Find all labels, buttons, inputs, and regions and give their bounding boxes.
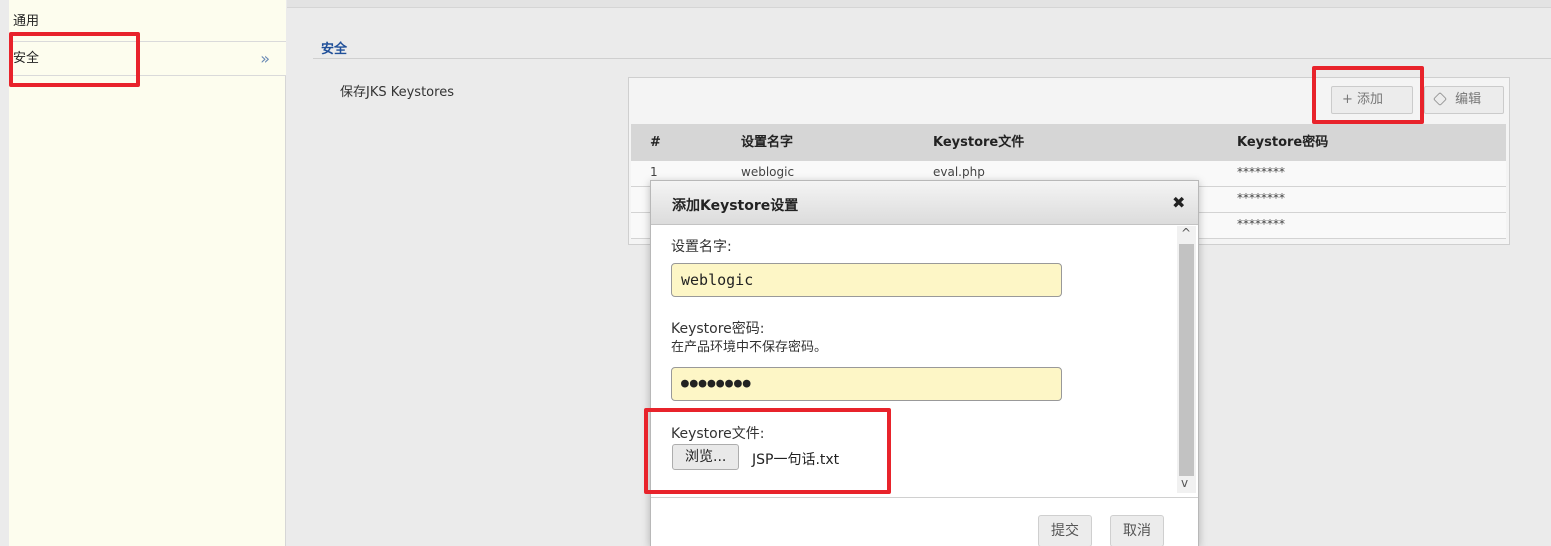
highlight-box-security [9, 32, 140, 87]
dialog-title: 添加Keystore设置 [672, 198, 799, 214]
edit-button[interactable]: 编辑 [1424, 86, 1504, 114]
password-input[interactable]: ●●●●●●●● [671, 367, 1062, 401]
column-header: Keystore文件 [933, 135, 1025, 150]
cancel-button[interactable]: 取消 [1110, 515, 1164, 546]
password-field-label: Keystore密码: [671, 321, 765, 337]
table-cell: ******** [1237, 217, 1285, 231]
top-strip [287, 0, 1551, 8]
column-header: 设置名字 [741, 135, 794, 150]
tag-icon [1432, 91, 1448, 107]
close-icon[interactable]: ✖ [1172, 193, 1185, 212]
submit-button[interactable]: 提交 [1038, 515, 1092, 546]
section-divider [313, 58, 1551, 59]
dialog-footer: 提交 取消 [651, 497, 1198, 546]
dialog-scrollbar[interactable]: ^ v [1177, 226, 1196, 493]
chevron-up-icon[interactable]: ^ [1181, 226, 1191, 240]
column-header: Keystore密码 [1237, 135, 1329, 150]
column-header: # [650, 135, 661, 150]
name-field-label: 设置名字: [671, 239, 732, 255]
table-cell: ******** [1237, 165, 1285, 179]
dialog-header: 添加Keystore设置 ✖ [651, 181, 1198, 225]
chevron-right-icon: » [260, 49, 270, 68]
table-cell: ******** [1237, 191, 1285, 205]
chevron-down-icon[interactable]: v [1181, 476, 1188, 490]
name-input[interactable]: weblogic [671, 263, 1062, 297]
highlight-box-file [644, 408, 891, 494]
scrollbar-thumb[interactable] [1179, 244, 1194, 476]
password-hint: 在产品环境中不保存密码。 [671, 340, 828, 355]
highlight-box-add [1312, 66, 1424, 124]
jks-keystores-label: 保存JKS Keystores [340, 85, 454, 100]
table-header: # 设置名字 Keystore文件 Keystore密码 [631, 124, 1506, 161]
edit-button-label: 编辑 [1455, 92, 1482, 107]
sidebar-item-label: 通用 [13, 14, 40, 29]
section-title: 安全 [321, 42, 348, 57]
